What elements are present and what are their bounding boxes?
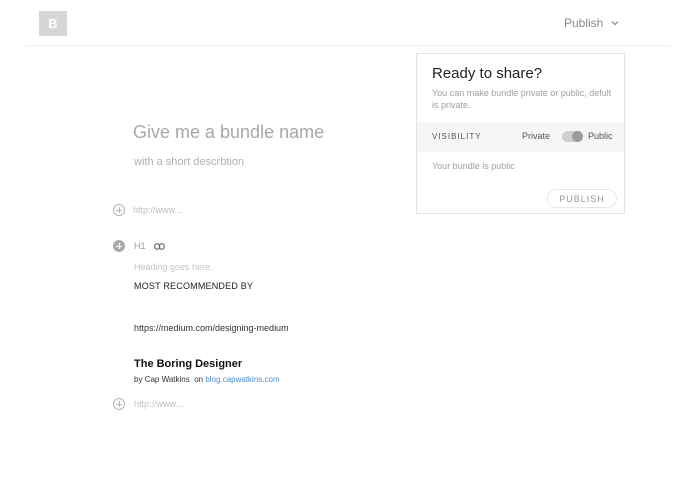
byline-prefix: by [134, 375, 143, 384]
share-panel: Ready to share? You can make bundle priv… [416, 53, 625, 214]
publish-button[interactable]: PUBLISH [547, 189, 617, 208]
visibility-label: VISIBILITY [432, 132, 482, 141]
publish-menu-label: Publish [564, 16, 604, 30]
section-heading[interactable]: MOST RECOMMENDED BY [134, 281, 253, 291]
visibility-public-label[interactable]: Public [588, 131, 613, 141]
visibility-toggle[interactable] [562, 131, 583, 142]
share-panel-description: You can make bundle private or public, d… [432, 88, 612, 110]
card-title[interactable]: The Boring Designer [134, 358, 242, 370]
plus-circle-icon[interactable] [113, 204, 125, 216]
logo[interactable]: B [39, 11, 67, 36]
visibility-toggle-knob [572, 131, 583, 142]
heading-placeholder[interactable]: Heading goes here. [134, 262, 213, 272]
byline-on: on [194, 375, 204, 384]
h1-button[interactable]: H1 [134, 241, 146, 251]
url-input-top[interactable] [133, 203, 333, 217]
visibility-private-label[interactable]: Private [522, 131, 550, 141]
byline-author: Cap Watkins [144, 375, 190, 384]
bundle-description-field[interactable]: with a short descrbtion [134, 156, 244, 168]
publish-menu[interactable]: Publish [564, 16, 619, 30]
visibility-status: Your bundle is public [432, 161, 515, 171]
url-input-bottom[interactable] [134, 397, 334, 411]
bundle-name-field[interactable]: Give me a bundle name [133, 122, 324, 143]
link-icon[interactable] [154, 243, 165, 250]
visibility-row: VISIBILITY Private Public [417, 122, 624, 152]
plus-circle-icon[interactable] [113, 398, 125, 410]
share-panel-title: Ready to share? [432, 65, 543, 82]
card-byline: by Cap Watkins on blog.capwatkins.com [134, 375, 280, 384]
link-url-text[interactable]: https://medium.com/designing-medium [134, 323, 289, 333]
top-bar: B Publish [26, 0, 670, 46]
byline-source-link[interactable]: blog.capwatkins.com [205, 375, 279, 384]
chevron-down-icon [611, 21, 619, 26]
plus-circle-icon[interactable] [113, 240, 125, 252]
